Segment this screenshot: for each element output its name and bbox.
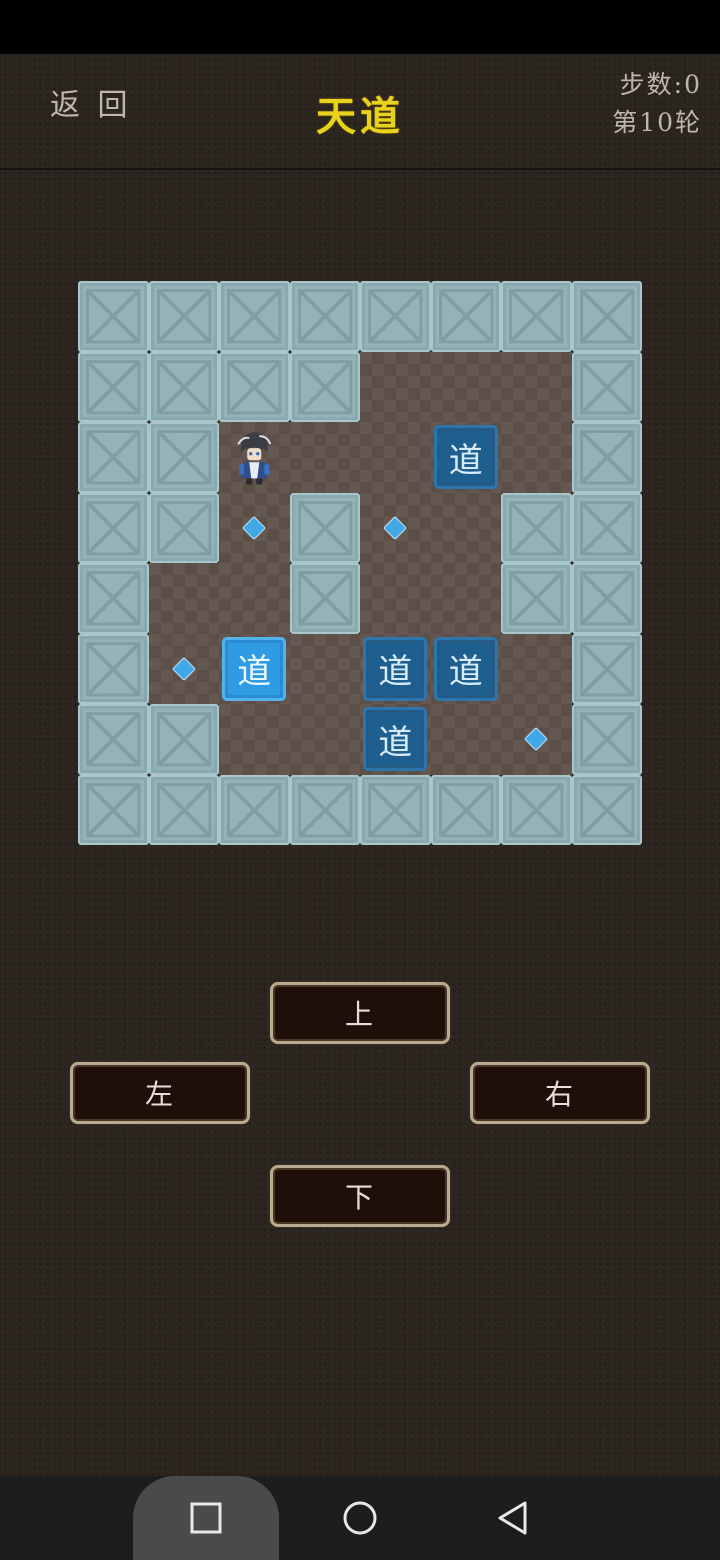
floor-tile [148,563,219,634]
wall-tile [78,704,149,775]
wall-tile [78,492,149,563]
wall-tile [148,281,219,352]
wall-tile [571,704,642,775]
dao-box: 道 [431,422,502,493]
wall-tile [78,422,149,493]
floor-tile [501,422,572,493]
wall-tile [219,774,290,845]
wall-tile [571,492,642,563]
dao-box-label: 道 [433,636,498,701]
wall-tile [430,281,501,352]
down-button[interactable]: 下 [270,1165,450,1227]
wall-tile [571,422,642,493]
right-button[interactable]: 右 [470,1062,650,1124]
dao-box-label: 道 [433,425,498,490]
wall-tile [289,351,360,422]
status-bar [0,0,720,54]
wall-tile [78,281,149,352]
sokoban-board: 道道道道道 [78,281,642,845]
wall-tile [289,774,360,845]
wall-tile [289,281,360,352]
wall-tile [571,563,642,634]
step-counter: 步数:0 [619,70,702,99]
wall-tile [78,774,149,845]
wall-tile [289,492,360,563]
left-button[interactable]: 左 [70,1062,250,1124]
wall-tile [219,281,290,352]
home-icon[interactable] [335,1498,385,1538]
wall-tile [501,563,572,634]
floor-tile [501,633,572,704]
floor-tile [430,351,501,422]
wall-tile [501,774,572,845]
floor-tile [289,633,360,704]
dao-box-label: 道 [222,636,287,701]
stats-panel: 步数:0 第10轮 [612,66,702,142]
back-icon[interactable] [487,1498,537,1538]
recent-apps-icon[interactable] [181,1498,231,1538]
wall-tile [219,351,290,422]
header: 返 回 天道 步数:0 第10轮 [0,54,720,170]
wall-tile [148,492,219,563]
wall-tile [78,351,149,422]
dao-box: 道 [360,704,431,775]
wall-tile [571,281,642,352]
wall-tile [571,633,642,704]
floor-tile [501,351,572,422]
wall-tile [289,563,360,634]
dao-box-label: 道 [363,707,428,772]
dao-box: 道 [431,634,502,705]
wall-tile [78,563,149,634]
floor-tile [430,704,501,775]
dao-box: 道 [219,634,290,705]
dao-box: 道 [360,634,431,705]
wall-tile [571,774,642,845]
floor-tile [219,704,290,775]
system-nav-bar [0,1476,720,1560]
game-screen: 返 回 天道 步数:0 第10轮 道道道道道 上 左 右 下 [0,54,720,1476]
wall-tile [501,281,572,352]
floor-tile [360,422,431,493]
floor-tile [289,422,360,493]
floor-tile [430,492,501,563]
floor-tile [219,563,290,634]
wall-tile [360,774,431,845]
wall-tile [148,774,219,845]
floor-tile [360,563,431,634]
floor-tile [289,704,360,775]
wall-tile [78,633,149,704]
wall-tile [148,351,219,422]
up-button[interactable]: 上 [270,982,450,1044]
round-indicator: 第10轮 [612,108,702,137]
wall-tile [430,774,501,845]
dao-box-label: 道 [363,636,428,701]
wall-tile [148,422,219,493]
wall-tile [360,281,431,352]
floor-tile [430,563,501,634]
floor-tile [360,351,431,422]
wall-tile [571,351,642,422]
player-character-icon [219,422,290,493]
wall-tile [148,704,219,775]
wall-tile [501,492,572,563]
